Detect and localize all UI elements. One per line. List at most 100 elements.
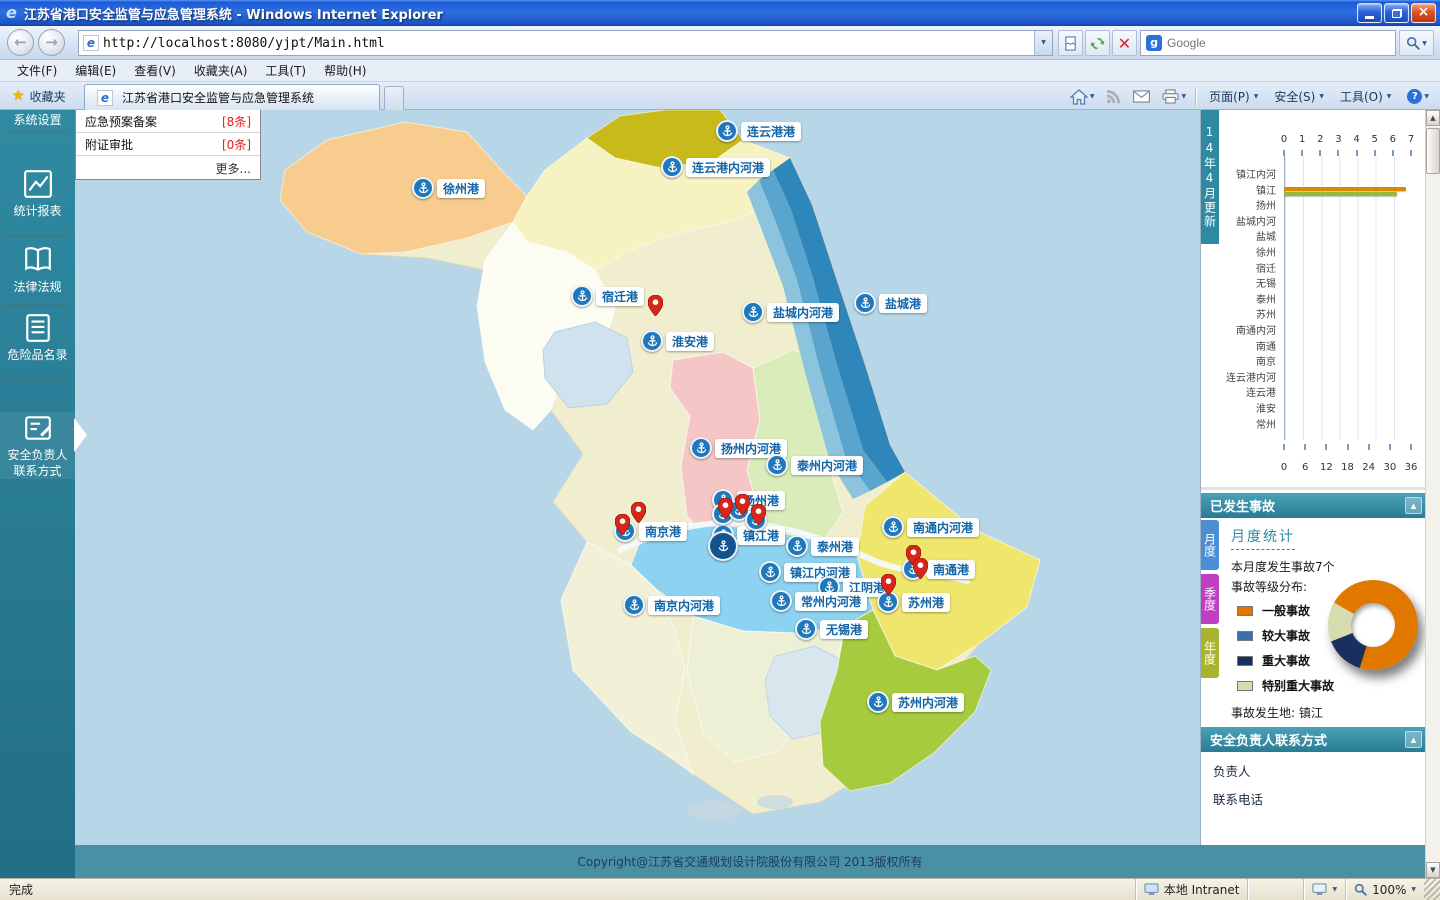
chevron-down-icon: ▼ — [1090, 93, 1095, 100]
axis-tick — [1283, 444, 1285, 450]
tab-季度[interactable]: 季度 — [1201, 574, 1219, 624]
port-marker[interactable]: 盐城内河港 — [742, 301, 839, 323]
print-button[interactable]: ▼ — [1159, 87, 1189, 106]
mail-button[interactable] — [1130, 88, 1153, 105]
resize-grip[interactable] — [1424, 879, 1440, 900]
quick-panel-label: 应急预案备案 — [85, 113, 157, 130]
chart-category-label: 盐城 — [1201, 230, 1280, 246]
address-field[interactable]: e ▼ — [78, 30, 1053, 56]
accident-pin-icon[interactable] — [615, 514, 630, 539]
accident-pin-icon[interactable] — [735, 494, 750, 519]
zoom-control[interactable]: 100% ▼ — [1345, 879, 1424, 900]
tab-main[interactable]: e 江苏省港口安全监管与应急管理系统 — [84, 84, 380, 110]
close-button[interactable]: × — [1411, 3, 1436, 23]
chevron-down-icon: ▼ — [1422, 40, 1427, 47]
chevron-down-icon[interactable]: ▼ — [1034, 31, 1052, 55]
sidebar-item[interactable]: 法律法规 — [0, 244, 75, 295]
vertical-scrollbar[interactable]: ▲ ▼ — [1425, 110, 1440, 878]
search-go-button[interactable]: ▼ — [1399, 30, 1434, 56]
search-box[interactable]: g — [1140, 30, 1396, 56]
menu-item[interactable]: 文件(F) — [8, 60, 66, 81]
accidents-panel-header[interactable]: 已发生事故 ▲ — [1201, 493, 1426, 518]
menu-item[interactable]: 帮助(H) — [315, 60, 375, 81]
contacts-panel-header[interactable]: 安全负责人联系方式 ▲ — [1201, 727, 1426, 752]
sidebar-item[interactable]: 统计报表 — [0, 168, 75, 219]
port-label: 无锡港 — [820, 620, 868, 639]
menu-item[interactable]: 收藏夹(A) — [185, 60, 257, 81]
quick-panel-row[interactable]: 附证审批[0条] — [76, 133, 260, 156]
accident-pin-icon[interactable] — [881, 574, 896, 599]
sidebar-item[interactable]: 安全负责人联系方式 — [0, 412, 75, 479]
port-marker[interactable]: 连云港内河港 — [661, 156, 770, 178]
port-marker[interactable]: 南京内河港 — [623, 594, 720, 616]
anchor-icon — [412, 177, 434, 199]
url-input[interactable] — [103, 36, 1034, 51]
accident-pin-icon[interactable] — [648, 295, 663, 320]
restore-button[interactable] — [1384, 3, 1409, 23]
accidents-panel: 已发生事故 ▲ 月度季度年度 月度统计 本月度发生事故7个 事故等级分布: 一般… — [1201, 493, 1426, 723]
port-marker[interactable]: 无锡港 — [795, 618, 868, 640]
chart-category-label: 淮安 — [1201, 402, 1280, 418]
distribution-label: 事故等级分布: — [1231, 578, 1307, 595]
favorites-label: 收藏夹 — [30, 88, 66, 105]
accident-pin-icon[interactable] — [751, 504, 766, 529]
chevron-down-icon: ▼ — [1332, 886, 1337, 893]
sidebar-item[interactable]: 系统设置 — [0, 112, 75, 128]
home-button[interactable]: ▼ — [1067, 87, 1098, 107]
back-button[interactable]: ← — [7, 29, 34, 56]
minimize-button[interactable] — [1357, 3, 1382, 23]
accident-pin-icon[interactable] — [913, 558, 928, 583]
quick-panel-row[interactable]: 应急预案备案[8条] — [76, 110, 260, 133]
port-marker[interactable]: 苏州内河港 — [867, 691, 964, 713]
compatibility-button[interactable] — [1058, 30, 1083, 56]
port-marker[interactable]: 徐州港 — [412, 177, 485, 199]
sidebar-item[interactable]: 危险品名录 — [0, 312, 75, 363]
collapse-up-icon[interactable]: ▲ — [1405, 497, 1422, 514]
chevron-down-icon: ▼ — [1181, 93, 1186, 100]
anchor-icon — [623, 594, 645, 616]
scrollbar-thumb[interactable] — [1426, 128, 1440, 174]
tab-年度[interactable]: 年度 — [1201, 628, 1219, 678]
tab-月度[interactable]: 月度 — [1201, 520, 1219, 570]
toolbar-button[interactable]: 安全(S)▼ — [1267, 85, 1331, 108]
forward-button[interactable]: → — [38, 29, 65, 56]
feeds-button[interactable] — [1103, 87, 1124, 106]
anchor-marker[interactable] — [708, 531, 738, 561]
zone-indicator: 本地 Intranet — [1135, 879, 1248, 900]
refresh-button[interactable] — [1085, 30, 1110, 56]
port-label: 盐城内河港 — [767, 303, 839, 322]
new-tab-stub[interactable] — [384, 86, 404, 110]
anchor-icon — [882, 516, 904, 538]
search-input[interactable] — [1167, 36, 1390, 50]
accident-pin-icon[interactable] — [718, 498, 733, 523]
port-marker[interactable]: 连云港港 — [716, 120, 801, 142]
port-marker[interactable]: 泰州港 — [786, 535, 859, 557]
collapse-up-icon[interactable]: ▲ — [1405, 731, 1422, 748]
sidebar-collapse-arrow-icon[interactable] — [74, 418, 87, 452]
menu-item[interactable]: 编辑(E) — [66, 60, 125, 81]
accident-pin-icon[interactable] — [631, 502, 646, 527]
favorites-button[interactable]: ★ 收藏夹 — [6, 85, 72, 107]
page-mode-button[interactable]: ▼ — [1303, 879, 1345, 900]
port-marker[interactable]: 南通内河港 — [882, 516, 979, 538]
menu-item[interactable]: 工具(T) — [256, 60, 315, 81]
port-label: 南京内河港 — [648, 596, 720, 615]
toolbar-button[interactable]: 工具(O)▼ — [1333, 85, 1398, 108]
port-marker[interactable]: 盐城港 — [854, 292, 927, 314]
scroll-down-icon[interactable]: ▼ — [1426, 862, 1440, 878]
port-marker[interactable]: 淮安港 — [641, 330, 714, 352]
stop-button[interactable]: ✕ — [1112, 30, 1137, 56]
toolbar-button[interactable]: 页面(P)▼ — [1202, 85, 1265, 108]
port-marker[interactable]: 常州内河港 — [770, 590, 867, 612]
help-button[interactable]: ? ▼ — [1404, 87, 1432, 106]
port-marker[interactable]: 宿迁港 — [571, 285, 644, 307]
jiangsu-port-map[interactable]: 连云港港连云港内河港徐州港宿迁港淮安港盐城内河港盐城港扬州内河港泰州内河港扬州港… — [75, 110, 1200, 845]
scroll-up-icon[interactable]: ▲ — [1426, 110, 1440, 126]
menu-item[interactable]: 查看(V) — [125, 60, 185, 81]
contacts-panel-title: 安全负责人联系方式 — [1210, 730, 1327, 749]
port-label: 盐城港 — [879, 294, 927, 313]
anchor-icon — [770, 590, 792, 612]
legend-label: 特别重大事故 — [1262, 677, 1334, 694]
more-link[interactable]: 更多... — [76, 156, 260, 179]
port-marker[interactable]: 泰州内河港 — [766, 454, 863, 476]
